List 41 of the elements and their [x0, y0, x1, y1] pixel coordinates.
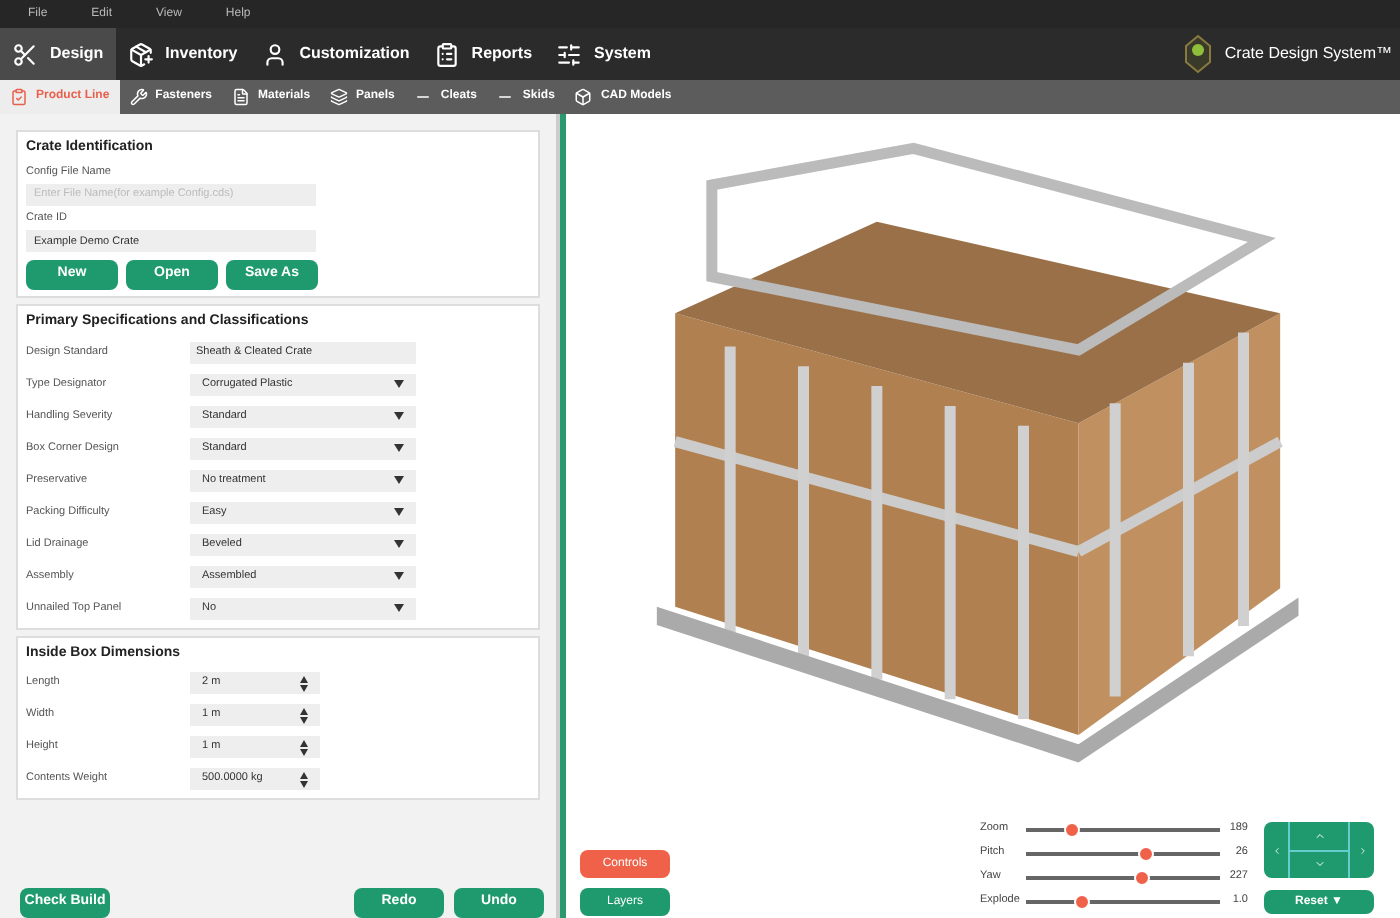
caret-icon: [394, 380, 404, 388]
slider-thumb[interactable]: [1064, 821, 1081, 837]
spinner-icon: [300, 707, 308, 723]
chevron-up-icon: [1313, 829, 1325, 842]
main-tab[interactable]: Reports: [421, 28, 545, 80]
spinner-icon: [300, 771, 308, 787]
document-icon: [232, 88, 251, 106]
chevron-right-icon: [1357, 845, 1367, 855]
caret-icon: [394, 444, 404, 452]
caret-icon: [394, 508, 404, 516]
clipboard-icon: [433, 41, 460, 67]
main-tab[interactable]: Inventory: [115, 28, 250, 80]
box-plus-icon: [127, 41, 154, 67]
wrench-icon: [129, 88, 148, 106]
slider-thumb[interactable]: [1074, 893, 1091, 909]
tab-label: Design: [50, 42, 104, 66]
slider-thumb[interactable]: [1134, 869, 1151, 885]
caret-icon: [394, 476, 404, 484]
slider-thumb[interactable]: [1138, 845, 1155, 861]
main-tab[interactable]: System: [544, 28, 663, 80]
layers-icon: [330, 88, 349, 106]
tab-label: Customization: [299, 42, 410, 66]
sliders-icon: [556, 41, 583, 67]
brand-name: Crate Design System™: [1224, 42, 1392, 66]
clipboard-icon: [10, 88, 28, 106]
spinner-icon: [300, 739, 308, 755]
cube-icon: [574, 88, 593, 106]
tab-label: System: [594, 42, 651, 66]
spinner-icon: [300, 675, 308, 691]
chevron-left-icon: [1271, 845, 1281, 855]
caret-icon: [394, 412, 404, 420]
main-tab[interactable]: Customization: [249, 28, 422, 80]
crate-logo-icon: [1184, 34, 1213, 74]
person-icon: [261, 41, 288, 67]
tab-label: Inventory: [165, 42, 238, 66]
chevron-down-icon: [1313, 858, 1325, 871]
caret-icon: [394, 540, 404, 548]
caret-icon: [394, 604, 404, 612]
tab-label: Reports: [471, 42, 533, 66]
caret-icon: [394, 572, 404, 580]
main-tab[interactable]: Design: [0, 28, 116, 80]
